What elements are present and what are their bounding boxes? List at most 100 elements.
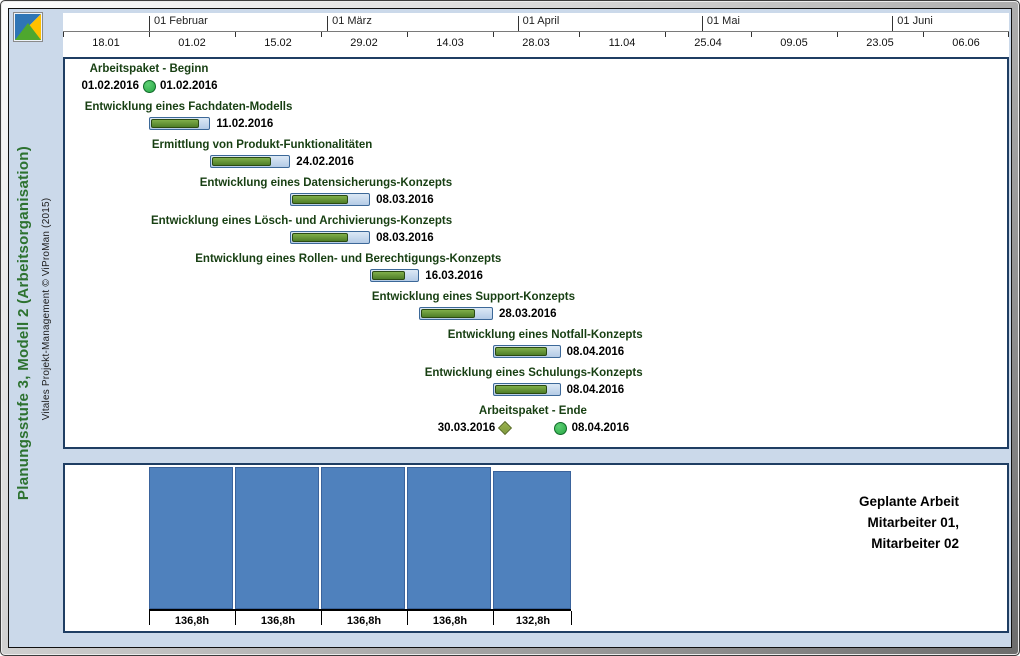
date-tick [149,32,150,37]
month-tick [149,16,150,31]
legend-line-2: Mitarbeiter 01, [859,512,959,533]
milestone-date-left: 30.03.2016 [438,421,496,435]
histogram-tick [235,611,236,625]
task-end-date: 24.02.2016 [296,155,354,169]
histogram-value: 132,8h [493,614,573,629]
histogram-bar[interactable] [149,467,233,609]
legend-line-1: Geplante Arbeit [859,491,959,512]
gantt-bar-progress [495,385,547,394]
task-name: Entwicklung eines Lösch- und Archivierun… [151,214,452,229]
gantt-bar-progress [292,233,348,242]
milestone-diamond-icon[interactable] [498,420,512,434]
gantt-bar[interactable] [290,231,370,244]
month-label: 01 März [332,15,372,27]
legend-line-3: Mitarbeiter 02 [859,533,959,554]
date-label: 18.01 [63,37,149,49]
date-tick [579,32,580,37]
date-label: 06.06 [923,37,1009,49]
milestone-date-right: 01.02.2016 [160,79,218,93]
viproman-logo-icon [13,12,43,42]
milestone-circle-icon[interactable] [143,80,156,93]
histogram-bar[interactable] [407,467,491,609]
histogram-bar[interactable] [321,467,405,609]
date-label: 01.02 [149,37,235,49]
task-name: Entwicklung eines Support-Konzepts [372,290,575,305]
histogram-bar[interactable] [493,471,571,609]
window-frame: Planungsstufe 3, Modell 2 (Arbeitsorgani… [0,0,1020,656]
milestone-date-left: 01.02.2016 [81,79,139,93]
timeline-separator [63,31,1009,32]
gantt-bar[interactable] [370,269,419,282]
histogram-value: 136,8h [149,614,235,629]
task-end-date: 16.03.2016 [425,269,483,283]
histogram-value: 136,8h [235,614,321,629]
gantt-bar[interactable] [290,193,370,206]
gantt-bar[interactable] [149,117,210,130]
date-label: 11.04 [579,37,665,49]
month-label: 01 Mai [707,15,740,27]
month-label: 01 Februar [154,15,208,27]
date-tick [665,32,666,37]
date-tick [923,32,924,37]
gantt-bar-progress [151,119,199,128]
task-name: Ermittlung von Produkt-Funktionalitäten [152,138,372,153]
task-name: Entwicklung eines Notfall-Konzepts [448,328,643,343]
gantt-bar-progress [372,271,405,280]
date-tick [1008,32,1009,37]
date-label: 29.02 [321,37,407,49]
task-name: Entwicklung eines Datensicherungs-Konzep… [200,176,452,191]
histogram-tick [571,611,572,625]
month-tick [702,16,703,31]
sidebar-title: Planungsstufe 3, Modell 2 (Arbeitsorgani… [11,43,37,603]
date-label: 09.05 [751,37,837,49]
task-end-date: 08.04.2016 [567,383,625,397]
sidebar-subtitle: Vitales Projekt-Management © ViProMan (2… [40,131,53,487]
task-end-date: 28.03.2016 [499,307,557,321]
milestone-circle-icon[interactable] [554,422,567,435]
task-name: Entwicklung eines Schulungs-Konzepts [425,366,643,381]
gantt-bar-progress [495,347,547,356]
histogram-bar[interactable] [235,467,319,609]
task-name: Arbeitspaket - Beginn [8,62,329,77]
date-tick [321,32,322,37]
month-label: 01 Juni [897,15,932,27]
gantt-bar[interactable] [210,155,290,168]
date-label: 25.04 [665,37,751,49]
date-tick [751,32,752,37]
date-tick [63,32,64,37]
gantt-rows: Arbeitspaket - Beginn01.02.201601.02.201… [65,59,1007,447]
month-tick [892,16,893,31]
date-label: 14.03 [407,37,493,49]
gantt-bar[interactable] [419,307,493,320]
task-end-date: 08.03.2016 [376,193,434,207]
histogram-value: 136,8h [321,614,407,629]
task-name: Arbeitspaket - Ende [353,404,713,419]
gantt-bar-progress [292,195,348,204]
gantt-bar[interactable] [493,383,561,396]
gantt-bar-progress [421,309,475,318]
histogram-baseline [149,609,571,611]
month-tick [518,16,519,31]
histogram-tick [407,611,408,625]
gantt-chart: Arbeitspaket - Beginn01.02.201601.02.201… [63,57,1009,449]
date-label: 15.02 [235,37,321,49]
date-label: 28.03 [493,37,579,49]
workload-histogram: 136,8h136,8h136,8h136,8h132,8h Geplante … [63,463,1009,633]
gantt-bar-progress [212,157,270,166]
task-name: Entwicklung eines Fachdaten-Modells [85,100,293,115]
timeline-header: 01 Februar 01 März 01 April 01 Mai 01 Juni 18… [63,13,1009,57]
date-tick [837,32,838,37]
histogram-tick [493,611,494,625]
milestone-date-right: 08.04.2016 [572,421,630,435]
month-label: 01 April [523,15,560,27]
histogram-legend: Geplante Arbeit Mitarbeiter 01, Mitarbei… [859,491,959,554]
task-end-date: 08.04.2016 [567,345,625,359]
date-label: 23.05 [837,37,923,49]
gantt-bar[interactable] [493,345,561,358]
task-name: Entwicklung eines Rollen- und Berechtigu… [195,252,501,267]
viproman-window: Planungsstufe 3, Modell 2 (Arbeitsorgani… [0,0,1020,656]
histogram-tick [321,611,322,625]
month-tick [327,16,328,31]
date-tick [493,32,494,37]
date-tick [407,32,408,37]
